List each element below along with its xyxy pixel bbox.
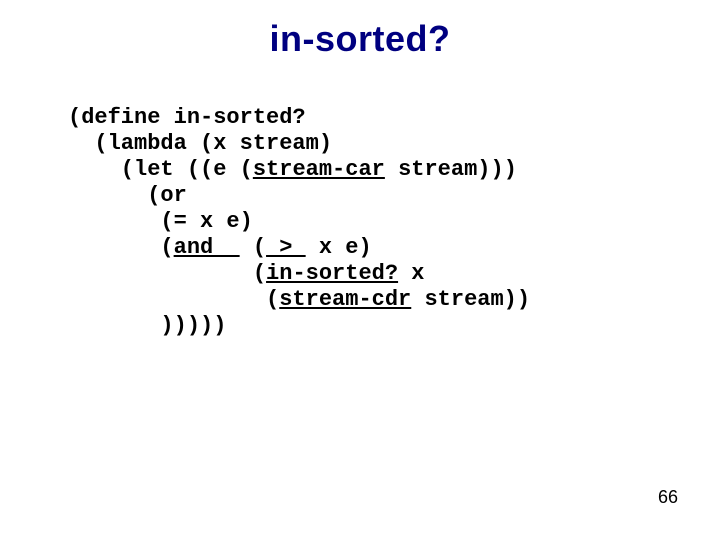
code-line-2: (lambda (x stream)	[68, 131, 332, 156]
code-line-4: (or	[68, 183, 187, 208]
code-line-9: )))))	[68, 313, 226, 338]
code-block: (define in-sorted? (lambda (x stream) (l…	[68, 105, 530, 339]
blank-in-sorted: in-sorted?	[266, 261, 398, 286]
code-line-5: (= x e)	[68, 209, 253, 234]
page-number: 66	[658, 487, 678, 508]
blank-gt: >	[266, 235, 306, 260]
code-line-3a: (let ((e (	[68, 157, 253, 182]
slide-title: in-sorted?	[0, 18, 720, 60]
code-line-7a: (	[68, 261, 266, 286]
code-line-8b: stream))	[411, 287, 530, 312]
code-line-6a: (	[68, 235, 174, 260]
slide: in-sorted? (define in-sorted? (lambda (x…	[0, 0, 720, 540]
code-line-3b: stream)))	[385, 157, 517, 182]
code-line-7b: x	[398, 261, 424, 286]
blank-and: and	[174, 235, 240, 260]
code-line-6c: x e)	[306, 235, 372, 260]
code-line-8a: (	[68, 287, 279, 312]
blank-stream-cdr: stream-cdr	[279, 287, 411, 312]
code-line-6b: (	[240, 235, 266, 260]
code-line-1: (define in-sorted?	[68, 105, 306, 130]
blank-stream-car: stream-car	[253, 157, 385, 182]
